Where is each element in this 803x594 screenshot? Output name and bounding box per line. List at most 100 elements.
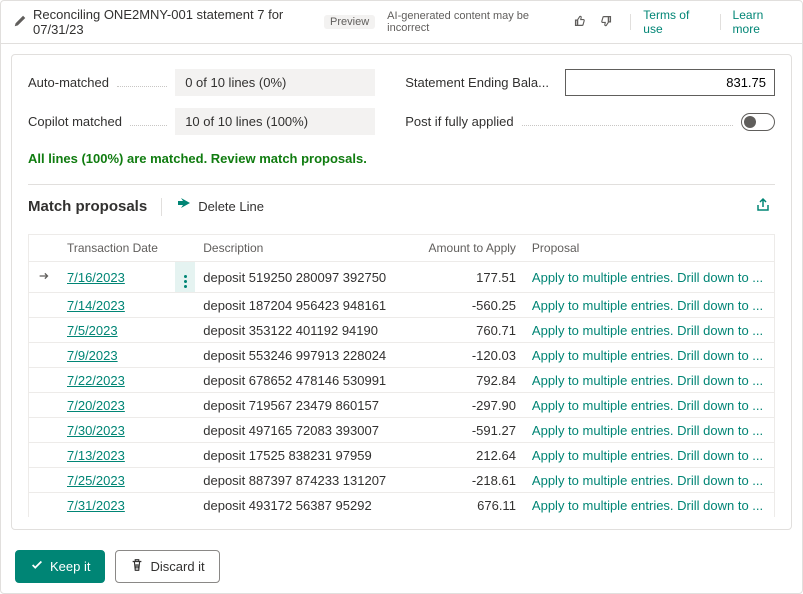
app-window: Reconciling ONE2MNY-001 statement 7 for … xyxy=(0,0,803,594)
cell-description: deposit 493172 56387 95292 xyxy=(195,493,411,518)
cell-proposal[interactable]: Apply to multiple entries. Drill down to… xyxy=(524,318,774,343)
date-link[interactable]: 7/9/2023 xyxy=(67,348,118,363)
thumbs-up-button[interactable] xyxy=(568,12,590,33)
table-row[interactable]: 7/30/2023deposit 497165 72083 393007-591… xyxy=(29,418,774,443)
row-menu[interactable] xyxy=(175,468,195,493)
date-link[interactable]: 7/13/2023 xyxy=(67,448,125,463)
cell-date: 7/13/2023 xyxy=(59,443,175,468)
cell-date: 7/14/2023 xyxy=(59,293,175,318)
cell-amount: 212.64 xyxy=(412,443,524,468)
date-link[interactable]: 7/14/2023 xyxy=(67,298,125,313)
preview-badge: Preview xyxy=(324,15,375,29)
ending-balance-input[interactable] xyxy=(565,69,775,96)
date-link[interactable]: 7/16/2023 xyxy=(67,270,125,285)
table-row[interactable]: 7/16/2023deposit 519250 280097 392750177… xyxy=(29,262,774,293)
thumbs-down-button[interactable] xyxy=(596,12,618,33)
copilot-matched-value: 10 of 10 lines (100%) xyxy=(175,108,375,135)
copilot-matched-label: Copilot matched xyxy=(28,114,122,129)
row-selector[interactable] xyxy=(29,262,59,293)
cell-proposal[interactable]: Apply to multiple entries. Drill down to… xyxy=(524,393,774,418)
cell-date: 7/9/2023 xyxy=(59,343,175,368)
copilot-matched-row: Copilot matched 10 of 10 lines (100%) xyxy=(28,108,375,135)
row-selector[interactable] xyxy=(29,343,59,368)
cell-date: 7/30/2023 xyxy=(59,418,175,443)
cell-proposal[interactable]: Apply to multiple entries. Drill down to… xyxy=(524,262,774,293)
row-selector[interactable] xyxy=(29,368,59,393)
cell-proposal[interactable]: Apply to multiple entries. Drill down to… xyxy=(524,418,774,443)
auto-matched-label: Auto-matched xyxy=(28,75,109,90)
row-menu[interactable] xyxy=(175,393,195,418)
learn-more-link[interactable]: Learn more xyxy=(733,8,790,36)
table-row[interactable]: 7/25/2023deposit 887397 874233 131207-21… xyxy=(29,468,774,493)
date-link[interactable]: 7/22/2023 xyxy=(67,373,125,388)
cell-proposal[interactable]: Apply to multiple entries. Drill down to… xyxy=(524,368,774,393)
cell-description: deposit 553246 997913 228024 xyxy=(195,343,411,368)
col-amount[interactable]: Amount to Apply xyxy=(412,235,524,262)
row-selector[interactable] xyxy=(29,393,59,418)
row-menu[interactable] xyxy=(175,418,195,443)
cell-description: deposit 519250 280097 392750 xyxy=(195,262,411,293)
col-proposal[interactable]: Proposal xyxy=(524,235,774,262)
cell-date: 7/31/2023 xyxy=(59,493,175,518)
trash-icon xyxy=(130,558,144,575)
date-link[interactable]: 7/20/2023 xyxy=(67,398,125,413)
discard-it-button[interactable]: Discard it xyxy=(115,550,219,583)
cell-amount: 760.71 xyxy=(412,318,524,343)
terms-link[interactable]: Terms of use xyxy=(643,8,707,36)
keep-it-button[interactable]: Keep it xyxy=(15,550,105,583)
share-button[interactable] xyxy=(751,195,775,218)
table-row[interactable]: 7/13/2023deposit 17525 838231 97959212.6… xyxy=(29,443,774,468)
post-toggle[interactable] xyxy=(741,113,775,131)
section-title: Match proposals xyxy=(28,198,147,215)
delete-line-button[interactable]: Delete Line xyxy=(176,197,264,216)
row-menu[interactable] xyxy=(175,262,195,293)
row-selector[interactable] xyxy=(29,293,59,318)
table-row[interactable]: 7/31/2023deposit 493172 56387 95292676.1… xyxy=(29,493,774,518)
cell-amount: -591.27 xyxy=(412,418,524,443)
cell-proposal[interactable]: Apply to multiple entries. Drill down to… xyxy=(524,293,774,318)
table-row[interactable]: 7/20/2023deposit 719567 23479 860157-297… xyxy=(29,393,774,418)
date-link[interactable]: 7/25/2023 xyxy=(67,473,125,488)
discard-it-label: Discard it xyxy=(150,559,204,574)
post-label: Post if fully applied xyxy=(405,114,513,129)
auto-matched-value: 0 of 10 lines (0%) xyxy=(175,69,375,96)
row-menu[interactable] xyxy=(175,293,195,318)
cell-date: 7/20/2023 xyxy=(59,393,175,418)
delete-line-icon xyxy=(176,197,192,216)
cell-date: 7/16/2023 xyxy=(59,262,175,293)
row-selector[interactable] xyxy=(29,443,59,468)
row-menu[interactable] xyxy=(175,443,195,468)
cell-description: deposit 353122 401192 94190 xyxy=(195,318,411,343)
cell-proposal[interactable]: Apply to multiple entries. Drill down to… xyxy=(524,493,774,518)
row-selector[interactable] xyxy=(29,493,59,518)
row-selector[interactable] xyxy=(29,318,59,343)
date-link[interactable]: 7/30/2023 xyxy=(67,423,125,438)
row-menu[interactable] xyxy=(175,368,195,393)
cell-proposal[interactable]: Apply to multiple entries. Drill down to… xyxy=(524,343,774,368)
cell-proposal[interactable]: Apply to multiple entries. Drill down to… xyxy=(524,468,774,493)
col-description[interactable]: Description xyxy=(195,235,411,262)
date-link[interactable]: 7/31/2023 xyxy=(67,498,125,513)
proposals-table-wrap: Transaction Date Description Amount to A… xyxy=(28,234,775,517)
cell-amount: -120.03 xyxy=(412,343,524,368)
table-row[interactable]: 7/5/2023 deposit 353122 401192 94190760.7… xyxy=(29,318,774,343)
cell-amount: -297.90 xyxy=(412,393,524,418)
cell-amount: -218.61 xyxy=(412,468,524,493)
table-row[interactable]: 7/14/2023deposit 187204 956423 948161-56… xyxy=(29,293,774,318)
cell-description: deposit 187204 956423 948161 xyxy=(195,293,411,318)
row-menu[interactable] xyxy=(175,343,195,368)
col-date[interactable]: Transaction Date xyxy=(59,235,175,262)
row-selector[interactable] xyxy=(29,468,59,493)
row-selector[interactable] xyxy=(29,418,59,443)
ending-balance-label: Statement Ending Bala... xyxy=(405,75,549,90)
more-icon xyxy=(184,275,187,288)
row-menu[interactable] xyxy=(175,493,195,518)
table-row[interactable]: 7/22/2023deposit 678652 478146 530991792… xyxy=(29,368,774,393)
cell-proposal[interactable]: Apply to multiple entries. Drill down to… xyxy=(524,443,774,468)
ending-balance-row: Statement Ending Bala... xyxy=(405,69,775,96)
date-link[interactable]: 7/5/2023 xyxy=(67,323,118,338)
table-row[interactable]: 7/9/2023 deposit 553246 997913 228024-120… xyxy=(29,343,774,368)
row-menu[interactable] xyxy=(175,318,195,343)
auto-matched-row: Auto-matched 0 of 10 lines (0%) xyxy=(28,69,375,96)
divider xyxy=(720,14,721,30)
